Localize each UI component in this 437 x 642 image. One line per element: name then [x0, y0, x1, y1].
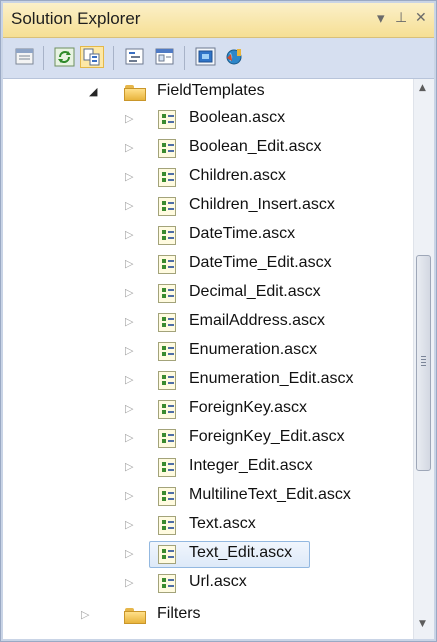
ascx-file-icon — [158, 197, 176, 216]
tree-item-label: EmailAddress.ascx — [189, 312, 326, 329]
tree-item-label: Filters — [157, 605, 201, 622]
ascx-file-icon — [158, 458, 176, 477]
panel-title-bar[interactable]: Solution Explorer ▾ ⊥ ✕ — [3, 3, 434, 38]
ascx-file-icon — [158, 313, 176, 332]
tree-item-label: DateTime.ascx — [189, 225, 296, 242]
ascx-file-icon — [158, 516, 176, 535]
tree-item-file[interactable]: ▷ Enumeration_Edit.ascx — [3, 367, 403, 394]
tree-item-file[interactable]: ▷ MultilineText_Edit.ascx — [3, 483, 403, 510]
class-diagram-icon[interactable] — [194, 46, 218, 68]
show-all-files-icon[interactable] — [80, 46, 104, 68]
collapsed-arrow-icon[interactable]: ▷ — [125, 577, 133, 589]
ascx-file-icon — [158, 284, 176, 303]
tree-item-label: Boolean.ascx — [189, 109, 286, 126]
tree-item-file[interactable]: ▷ Boolean_Edit.ascx — [3, 135, 403, 162]
expanded-arrow-icon[interactable]: ◢ — [89, 86, 97, 98]
tree-item-label: Text.ascx — [189, 515, 256, 532]
collapsed-arrow-icon[interactable]: ▷ — [125, 142, 133, 154]
tree-item-label: Enumeration.ascx — [189, 341, 318, 358]
tree-item-label: FieldTemplates — [157, 82, 265, 99]
ascx-file-icon — [158, 342, 176, 361]
toolbar — [3, 38, 434, 79]
tree-item-file[interactable]: ▷ DateTime.ascx — [3, 222, 403, 249]
tree-item-file[interactable]: ▷ ForeignKey.ascx — [3, 396, 403, 423]
collapsed-arrow-icon[interactable]: ▷ — [125, 287, 133, 299]
tree-item-label: MultilineText_Edit.ascx — [189, 486, 351, 503]
collapsed-arrow-icon[interactable]: ▷ — [81, 609, 89, 621]
tree-item-file[interactable]: ▷ Decimal_Edit.ascx — [3, 280, 403, 307]
collapsed-arrow-icon[interactable]: ▷ — [125, 229, 133, 241]
toolbar-separator — [184, 46, 185, 70]
tree-item-label: Url.ascx — [189, 573, 247, 590]
collapsed-arrow-icon[interactable]: ▷ — [125, 548, 133, 560]
close-icon[interactable]: ✕ — [415, 10, 427, 26]
solution-explorer-panel: Solution Explorer ▾ ⊥ ✕ ◢ FieldTemplates… — [0, 0, 437, 642]
collapsed-arrow-icon[interactable]: ▷ — [125, 345, 133, 357]
folder-open-icon — [124, 85, 146, 101]
tree-item-file[interactable]: ▷ Boolean.ascx — [3, 106, 403, 133]
collapsed-arrow-icon[interactable]: ▷ — [125, 258, 133, 270]
collapsed-arrow-icon[interactable]: ▷ — [125, 403, 133, 415]
window-position-dropdown-icon[interactable]: ▾ — [377, 9, 385, 27]
scroll-up-arrow-icon[interactable]: ▲ — [419, 83, 426, 93]
auto-hide-pin-icon[interactable]: ⊥ — [395, 10, 407, 26]
tree-folder-fieldtemplates[interactable]: ◢ FieldTemplates — [3, 79, 403, 106]
toolbar-separator — [43, 46, 44, 70]
panel-title: Solution Explorer — [11, 9, 141, 28]
ascx-file-icon — [158, 574, 176, 593]
collapsed-arrow-icon[interactable]: ▷ — [125, 432, 133, 444]
ascx-file-icon — [158, 545, 176, 564]
tree-item-file[interactable]: ▷ Text.ascx — [3, 512, 403, 539]
collapsed-arrow-icon[interactable]: ▷ — [125, 374, 133, 386]
ascx-file-icon — [158, 226, 176, 245]
tree-item-label: Children.ascx — [189, 167, 286, 184]
collapsed-arrow-icon[interactable]: ▷ — [125, 316, 133, 328]
vertical-scrollbar[interactable]: ▲ ▼ — [413, 79, 434, 639]
ascx-file-icon — [158, 487, 176, 506]
toolbar-separator — [113, 46, 114, 70]
ascx-file-icon — [158, 168, 176, 187]
tree-item-label: Decimal_Edit.ascx — [189, 283, 321, 300]
scroll-thumb[interactable] — [416, 255, 431, 471]
tree-item-file[interactable]: ▷ ForeignKey_Edit.ascx — [3, 425, 403, 452]
collapsed-arrow-icon[interactable]: ▷ — [125, 490, 133, 502]
ascx-file-icon — [158, 400, 176, 419]
ascx-file-icon — [158, 371, 176, 390]
tree-item-file[interactable]: ▷ Enumeration.ascx — [3, 338, 403, 365]
copy-website-icon[interactable] — [221, 46, 245, 68]
tree-item-file[interactable]: ▷ Url.ascx — [3, 570, 403, 597]
tree-item-label: DateTime_Edit.ascx — [189, 254, 332, 271]
tree-folder-filters[interactable]: ▷ Filters — [3, 602, 403, 629]
tree-item-file[interactable]: ▷ Children.ascx — [3, 164, 403, 191]
collapsed-arrow-icon[interactable]: ▷ — [125, 171, 133, 183]
tree-item-label: Integer_Edit.ascx — [189, 457, 313, 474]
ascx-file-icon — [158, 429, 176, 448]
tree-item-file[interactable]: ▷ EmailAddress.ascx — [3, 309, 403, 336]
tree-item-file[interactable]: ▷ DateTime_Edit.ascx — [3, 251, 403, 278]
scroll-down-arrow-icon[interactable]: ▼ — [419, 619, 426, 629]
tree-item-label: Text_Edit.ascx — [189, 544, 293, 561]
tree-item-label: Enumeration_Edit.ascx — [189, 370, 354, 387]
ascx-file-icon — [158, 110, 176, 129]
view-designer-icon[interactable] — [153, 46, 177, 68]
tree-item-label: ForeignKey_Edit.ascx — [189, 428, 345, 445]
tree-item-label: ForeignKey.ascx — [189, 399, 307, 416]
collapsed-arrow-icon[interactable]: ▷ — [125, 113, 133, 125]
collapsed-arrow-icon[interactable]: ▷ — [125, 519, 133, 531]
tree-item-file[interactable]: ▷ Children_Insert.ascx — [3, 193, 403, 220]
tree-item-label: Children_Insert.ascx — [189, 196, 335, 213]
collapsed-arrow-icon[interactable]: ▷ — [125, 461, 133, 473]
ascx-file-icon — [158, 139, 176, 158]
properties-icon[interactable] — [13, 46, 37, 68]
refresh-icon[interactable] — [53, 46, 77, 68]
ascx-file-icon — [158, 255, 176, 274]
tree-item-file[interactable]: ▷ Integer_Edit.ascx — [3, 454, 403, 481]
tree-item-file[interactable]: ▷ Text_Edit.ascx — [3, 541, 403, 568]
tree-item-label: Boolean_Edit.ascx — [189, 138, 322, 155]
solution-tree: ◢ FieldTemplates ▷ Boolean.ascx ▷ Boolean_E… — [3, 79, 434, 639]
view-code-icon[interactable] — [123, 46, 147, 68]
folder-icon — [124, 608, 146, 624]
collapsed-arrow-icon[interactable]: ▷ — [125, 200, 133, 212]
